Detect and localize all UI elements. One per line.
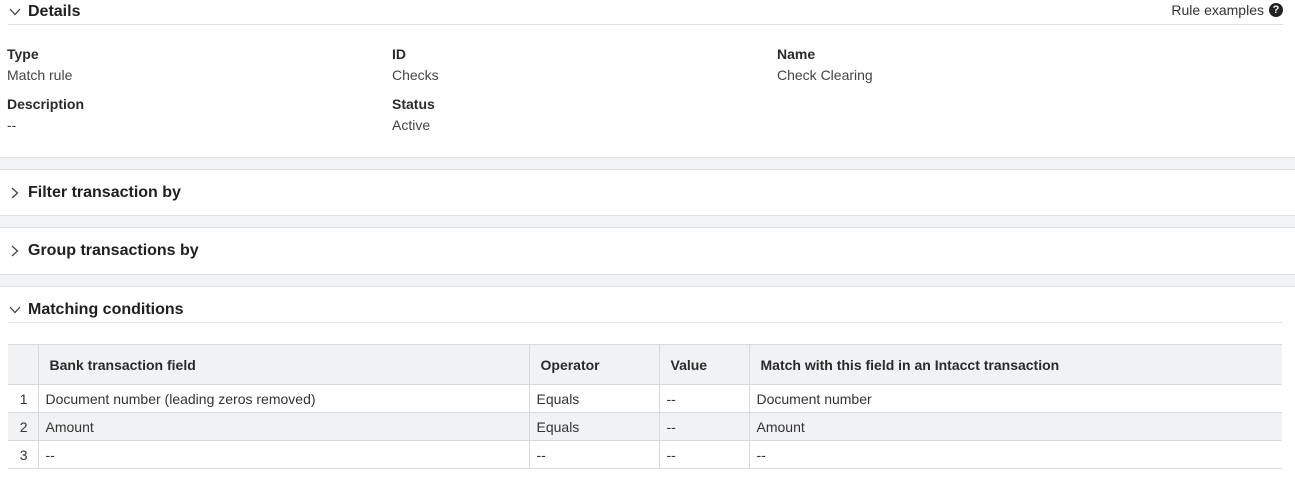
value-cell[interactable]: -- (659, 412, 750, 441)
matching-divider (8, 322, 1283, 323)
operator-header[interactable]: Operator (529, 344, 660, 385)
chevron-right-icon (8, 186, 22, 200)
filter-header[interactable]: Filter transaction by (8, 183, 1283, 203)
bank-field-header[interactable]: Bank transaction field (38, 344, 530, 385)
description-label: Description (7, 96, 85, 112)
operator-cell[interactable]: -- (529, 440, 660, 469)
table-row[interactable]: 1 Document number (leading zeros removed… (8, 384, 1282, 413)
status-field: Status Active (392, 96, 435, 133)
bank-field-cell[interactable]: Amount (38, 412, 530, 441)
description-field: Description -- (7, 96, 84, 133)
bank-field-cell[interactable]: -- (38, 440, 530, 469)
operator-cell[interactable]: Equals (529, 412, 660, 441)
operator-cell[interactable]: Equals (529, 384, 660, 413)
filter-title: Filter transaction by (28, 184, 181, 201)
value-header[interactable]: Value (659, 344, 750, 385)
match-field-cell[interactable]: Document number (749, 384, 1282, 413)
table-row[interactable]: 2 Amount Equals -- Amount (8, 412, 1282, 441)
row-number-header (8, 344, 39, 385)
match-field-cell[interactable]: Amount (749, 412, 1282, 441)
details-section: Details Rule examples ? Type Match rule … (0, 0, 1295, 158)
value-cell[interactable]: -- (659, 384, 750, 413)
match-field-cell[interactable]: -- (749, 440, 1282, 469)
row-number: 3 (8, 440, 39, 469)
id-label: ID (392, 46, 406, 62)
matching-section: Matching conditions Bank transaction fie… (0, 286, 1295, 485)
id-value: Checks (392, 67, 439, 83)
matching-title: Matching conditions (28, 301, 184, 318)
help-icon[interactable]: ? (1269, 3, 1283, 17)
table-header-row: Bank transaction field Operator Value Ma… (8, 344, 1282, 385)
name-value: Check Clearing (777, 67, 873, 83)
id-field: ID Checks (392, 46, 439, 83)
table-row[interactable]: 3 -- -- -- -- (8, 440, 1282, 469)
details-divider (8, 24, 1283, 25)
status-value: Active (392, 117, 431, 133)
name-label: Name (777, 46, 816, 62)
group-section: Group transactions by (0, 227, 1295, 275)
details-title: Details (28, 3, 81, 20)
chevron-right-icon (8, 244, 22, 258)
group-title: Group transactions by (28, 242, 199, 259)
value-cell[interactable]: -- (659, 440, 750, 469)
chevron-down-icon (8, 303, 22, 317)
matching-header[interactable]: Matching conditions (8, 300, 1283, 320)
name-field: Name Check Clearing (777, 46, 873, 83)
type-value: Match rule (7, 67, 73, 83)
type-field: Type Match rule (7, 46, 72, 83)
details-header[interactable]: Details (8, 2, 1283, 22)
rule-examples-link[interactable]: Rule examples ? (1171, 2, 1283, 18)
status-label: Status (392, 96, 435, 112)
bank-field-cell[interactable]: Document number (leading zeros removed) (38, 384, 530, 413)
match-field-header[interactable]: Match with this field in an Intacct tran… (749, 344, 1282, 385)
row-number: 1 (8, 384, 39, 413)
matching-table: Bank transaction field Operator Value Ma… (8, 344, 1282, 469)
type-label: Type (7, 46, 39, 62)
group-header[interactable]: Group transactions by (8, 241, 1283, 261)
filter-section: Filter transaction by (0, 169, 1295, 216)
description-value: -- (7, 117, 17, 133)
rule-examples-label: Rule examples (1171, 2, 1264, 18)
row-number: 2 (8, 412, 39, 441)
chevron-down-icon (8, 5, 22, 19)
